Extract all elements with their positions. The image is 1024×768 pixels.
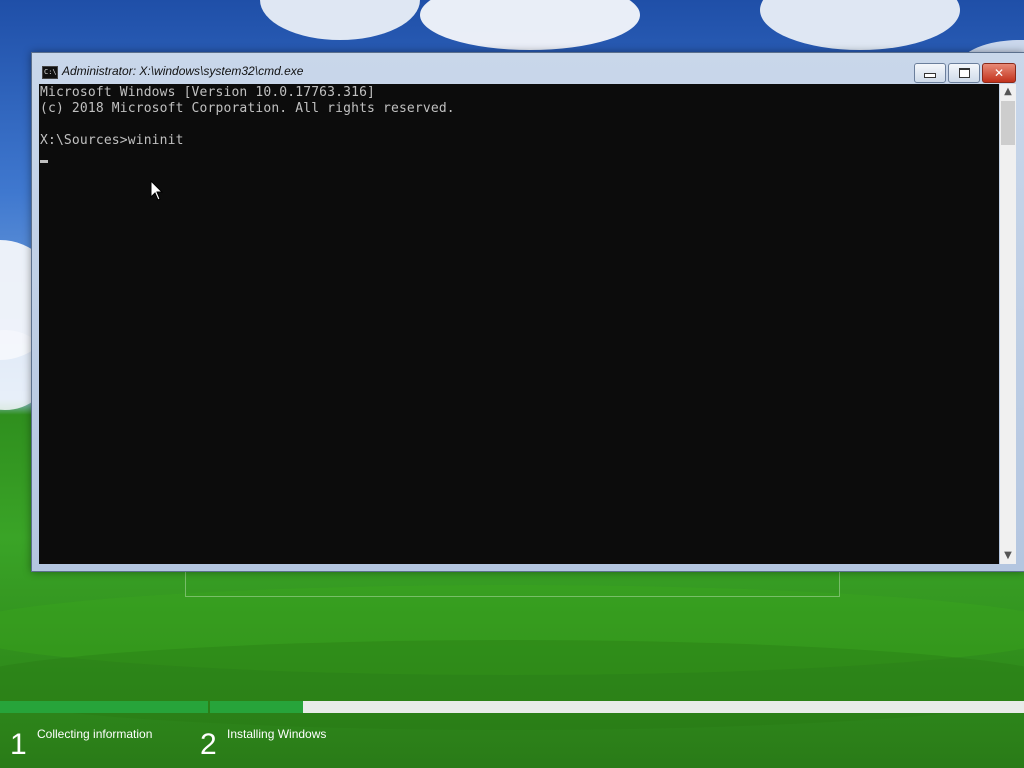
scroll-down-arrow-icon[interactable]: ▼ <box>1000 548 1016 564</box>
progress-segment-collecting <box>0 701 208 713</box>
step-number: 1 <box>10 728 27 761</box>
maximize-button[interactable] <box>948 63 980 83</box>
step-label: Installing Windows <box>227 727 327 741</box>
progress-fill <box>210 701 303 713</box>
cmd-window[interactable]: C:\ Administrator: X:\windows\system32\c… <box>31 52 1024 572</box>
setup-progress-bar <box>0 701 1024 713</box>
console-line: (c) 2018 Microsoft Corporation. All righ… <box>40 101 455 116</box>
console-output[interactable]: Microsoft Windows [Version 10.0.17763.31… <box>39 84 999 564</box>
cmd-icon: C:\ <box>42 66 58 79</box>
minimize-button[interactable] <box>914 63 946 83</box>
step-label: Collecting information <box>37 727 153 741</box>
vertical-scrollbar[interactable]: ▲ ▼ <box>1000 84 1016 564</box>
setup-dialog-frame <box>185 568 840 597</box>
progress-segment-installing <box>210 701 1024 713</box>
scrollbar-thumb[interactable] <box>1001 101 1015 145</box>
console-prompt-line: X:\Sources>wininit <box>40 133 184 148</box>
minimize-icon <box>924 72 936 78</box>
step-number: 2 <box>200 728 217 761</box>
close-button[interactable]: ✕ <box>982 63 1016 83</box>
title-bar[interactable]: C:\ Administrator: X:\windows\system32\c… <box>32 53 1024 83</box>
progress-fill <box>0 701 208 713</box>
text-cursor <box>40 160 48 163</box>
scroll-up-arrow-icon[interactable]: ▲ <box>1000 84 1016 100</box>
console-line: Microsoft Windows [Version 10.0.17763.31… <box>40 85 376 100</box>
close-icon: ✕ <box>993 66 1005 80</box>
window-title: Administrator: X:\windows\system32\cmd.e… <box>62 64 304 78</box>
maximize-icon <box>958 68 970 78</box>
